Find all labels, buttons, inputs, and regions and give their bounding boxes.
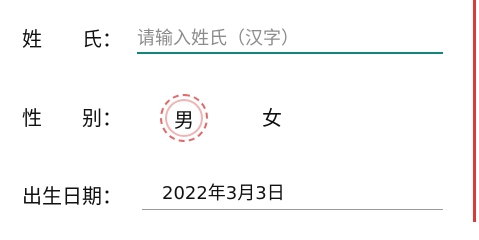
gender-label: 性 别： [22, 106, 122, 130]
gender-option-male[interactable]: 男 [160, 94, 208, 142]
right-edge-bar [473, 0, 476, 222]
gender-option-female[interactable]: 女 [248, 94, 296, 142]
surname-input[interactable] [137, 24, 443, 54]
birth-date-field[interactable]: 2022年3月3日 [142, 180, 443, 210]
birth-date-label: 出生日期： [22, 184, 122, 208]
surname-label: 姓 氏： [22, 27, 122, 51]
